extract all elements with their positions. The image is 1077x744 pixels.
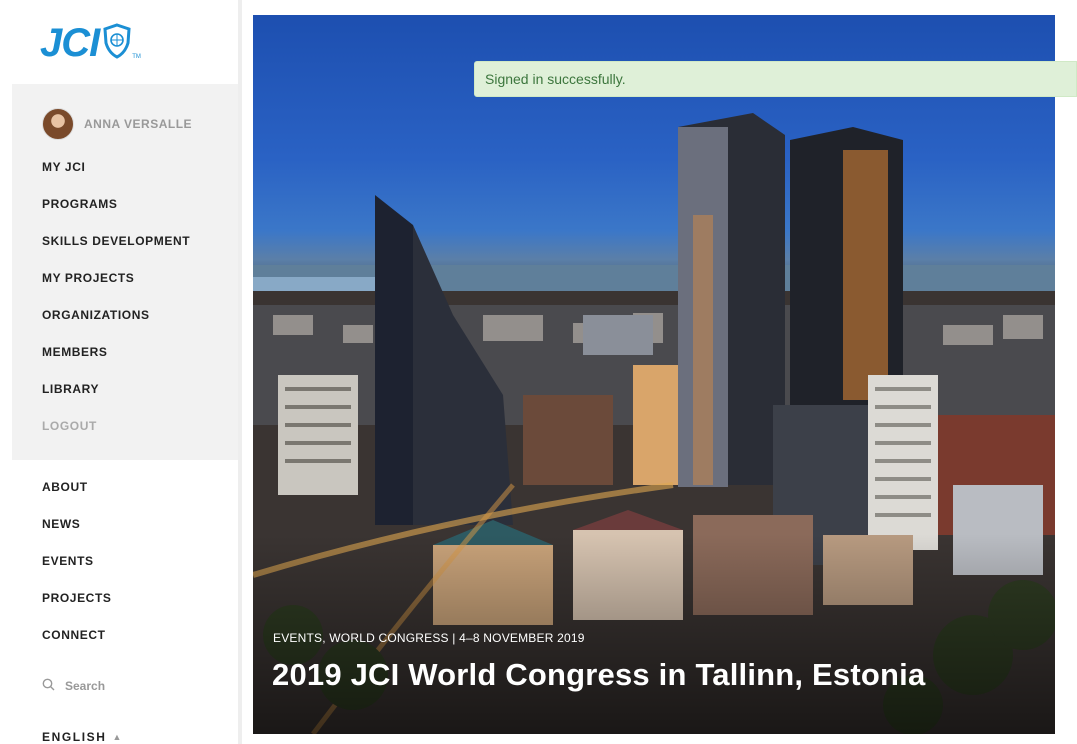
hero-meta: EVENTS, WORLD CONGRESS | 4–8 NOVEMBER 20…	[273, 631, 585, 645]
nav-item-my-jci[interactable]: MY JCI	[0, 149, 230, 186]
hero-title[interactable]: 2019 JCI World Congress in Tallinn, Esto…	[272, 657, 925, 693]
search-button[interactable]: Search	[42, 678, 105, 694]
sidebar-divider	[238, 0, 242, 744]
nav-item-connect[interactable]: CONNECT	[0, 617, 230, 654]
nav-item-members[interactable]: MEMBERS	[0, 334, 230, 371]
shield-icon	[103, 22, 131, 64]
language-label: ENGLISH	[42, 730, 107, 744]
search-icon	[42, 678, 55, 694]
nav-item-logout[interactable]: LOGOUT	[0, 408, 230, 445]
user-profile[interactable]: ANNA VERSALLE	[42, 108, 192, 140]
caret-up-icon: ▲	[112, 732, 124, 742]
language-selector[interactable]: ENGLISH ▲	[42, 730, 123, 744]
search-label: Search	[65, 679, 106, 693]
trademark-mark: TM	[132, 54, 141, 60]
flash-message: Signed in successfully.	[474, 61, 1077, 97]
hero-banner[interactable]: EVENTS, WORLD CONGRESS | 4–8 NOVEMBER 20…	[253, 15, 1055, 734]
nav-item-my-projects[interactable]: MY PROJECTS	[0, 260, 230, 297]
avatar[interactable]	[42, 108, 74, 140]
user-nav: MY JCI PROGRAMS SKILLS DEVELOPMENT MY PR…	[0, 149, 230, 445]
nav-item-skills-development[interactable]: SKILLS DEVELOPMENT	[0, 223, 230, 260]
nav-item-news[interactable]: NEWS	[0, 506, 230, 543]
nav-item-organizations[interactable]: ORGANIZATIONS	[0, 297, 230, 334]
logo-text: JCI	[40, 21, 100, 65]
nav-item-about[interactable]: ABOUT	[0, 469, 230, 506]
main-nav: ABOUT NEWS EVENTS PROJECTS CONNECT	[0, 469, 230, 654]
nav-item-library[interactable]: LIBRARY	[0, 371, 230, 408]
jci-logo[interactable]: JCI TM	[40, 18, 170, 68]
nav-item-events[interactable]: EVENTS	[0, 543, 230, 580]
nav-item-programs[interactable]: PROGRAMS	[0, 186, 230, 223]
sidebar: JCI TM ANNA VERSALLE MY JCI PROGRAMS SKI…	[0, 0, 238, 744]
nav-item-projects[interactable]: PROJECTS	[0, 580, 230, 617]
user-name: ANNA VERSALLE	[84, 117, 193, 131]
